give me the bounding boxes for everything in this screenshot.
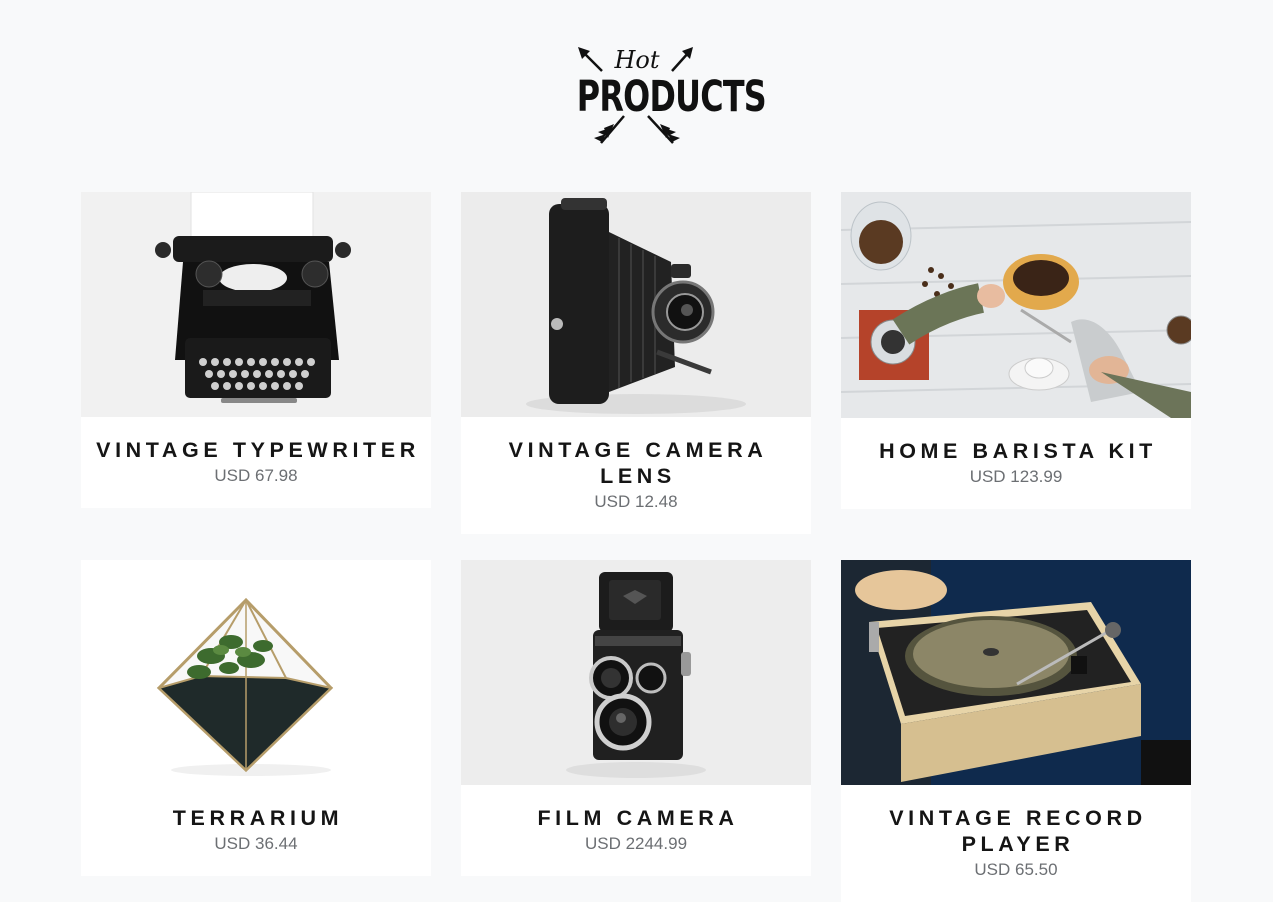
hot-products-logo: Hot PRODUCTS xyxy=(556,44,767,150)
typewriter-image[interactable] xyxy=(81,192,431,417)
logo-main-text: PRODUCTS xyxy=(576,72,767,122)
product-price: USD 65.50 xyxy=(974,860,1058,879)
product-title[interactable]: HOME BARISTA KIT xyxy=(841,418,1191,464)
product-title[interactable]: TERRARIUM xyxy=(81,785,431,831)
product-card[interactable]: VINTAGE RECORD PLAYER USD 65.50 xyxy=(841,560,1191,902)
product-title[interactable]: VINTAGE CAMERA LENS xyxy=(461,417,811,489)
product-card[interactable]: FILM CAMERA USD 2244.99 xyxy=(461,560,811,876)
product-title[interactable]: VINTAGE TYPEWRITER xyxy=(81,417,431,463)
product-title[interactable]: VINTAGE RECORD PLAYER xyxy=(841,785,1191,857)
logo-script-text: Hot xyxy=(614,46,660,74)
film-camera-image[interactable] xyxy=(461,560,811,785)
product-price: USD 2244.99 xyxy=(584,834,688,853)
barista-kit-image[interactable] xyxy=(841,192,1191,418)
product-price: USD 67.98 xyxy=(214,466,298,485)
folding-camera-image[interactable] xyxy=(461,192,811,417)
product-price: USD 123.99 xyxy=(969,467,1063,486)
product-title[interactable]: FILM CAMERA xyxy=(461,785,811,831)
product-price: USD 36.44 xyxy=(214,834,298,853)
product-card[interactable]: VINTAGE TYPEWRITER USD 67.98 xyxy=(81,192,431,508)
terrarium-image[interactable] xyxy=(81,560,431,785)
product-card[interactable]: TERRARIUM USD 36.44 xyxy=(81,560,431,876)
product-price: USD 12.48 xyxy=(594,492,678,511)
product-card[interactable]: HOME BARISTA KIT USD 123.99 xyxy=(841,192,1191,509)
record-player-image[interactable] xyxy=(841,560,1191,785)
product-card[interactable]: VINTAGE CAMERA LENS USD 12.48 xyxy=(461,192,811,534)
